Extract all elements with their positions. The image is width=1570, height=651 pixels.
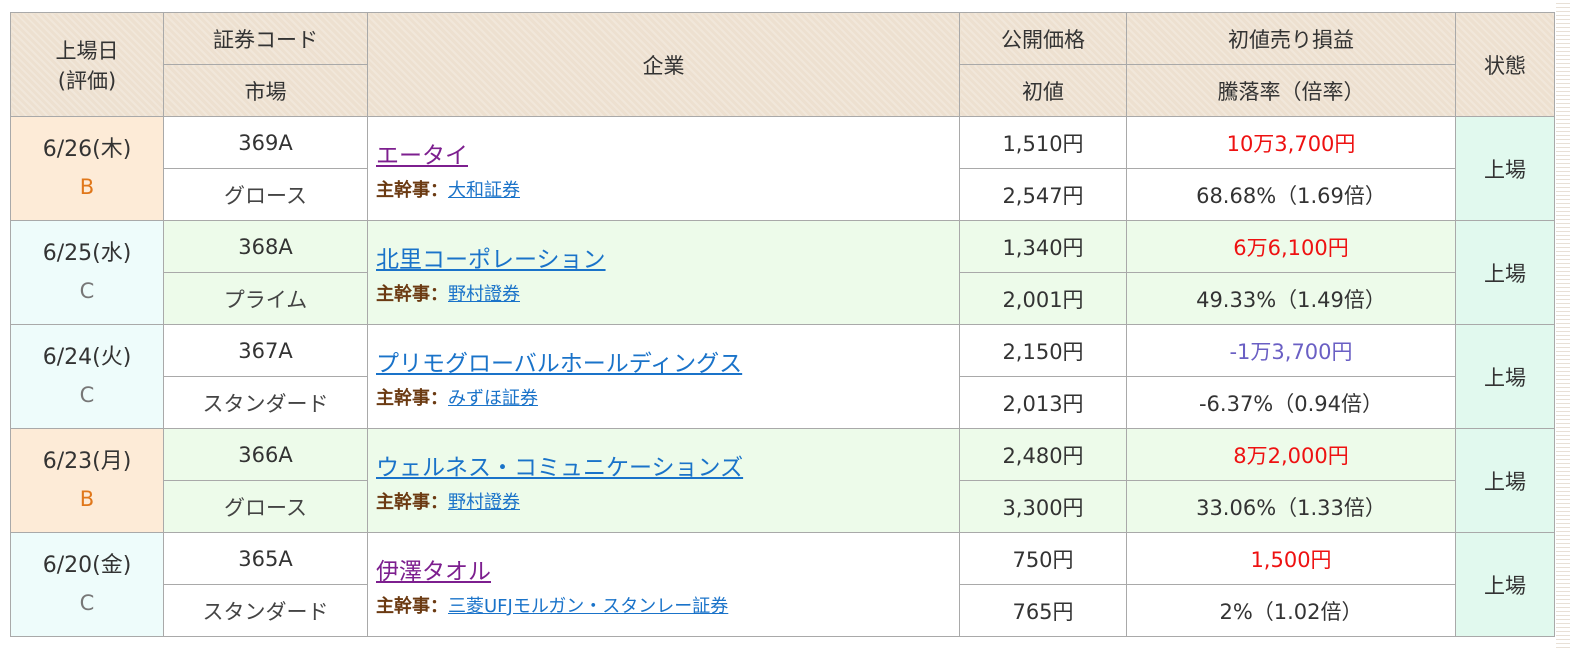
- initial-price: 2,013円: [959, 376, 1127, 429]
- initial-profit: 6万6,100円: [1126, 220, 1456, 273]
- initial-profit: -1万3,700円: [1126, 324, 1456, 377]
- market-segment: プライム: [163, 272, 368, 325]
- listing-date: 6/24(火): [42, 344, 132, 370]
- header-company[interactable]: 企業: [367, 12, 960, 117]
- company-link[interactable]: 伊澤タオル: [376, 552, 491, 586]
- status-cell: 上場: [1455, 220, 1555, 325]
- page-edge-divider: [1556, 0, 1570, 651]
- initial-price: 2,001円: [959, 272, 1127, 325]
- company-cell: 北里コーポレーション 主幹事：野村證券: [367, 220, 960, 325]
- company-link[interactable]: エータイ: [376, 136, 468, 170]
- rating-badge: B: [79, 175, 95, 200]
- offer-price: 2,150円: [959, 324, 1127, 377]
- underwriter-link[interactable]: 三菱UFJモルガン・スタンレー証券: [448, 596, 728, 617]
- listing-date-cell: 6/25(水) C: [10, 220, 164, 325]
- table-row: 6/26(木) B 369A エータイ 主幹事：大和証券 1,510円 10万3…: [10, 116, 1555, 221]
- underwriter-link[interactable]: 野村證券: [448, 492, 520, 513]
- stock-code: 368A: [163, 220, 368, 273]
- company-cell: 伊澤タオル 主幹事：三菱UFJモルガン・スタンレー証券: [367, 532, 960, 637]
- status-cell: 上場: [1455, 116, 1555, 221]
- stock-code: 367A: [163, 324, 368, 377]
- initial-price: 3,300円: [959, 480, 1127, 533]
- initial-profit: 8万2,000円: [1126, 428, 1456, 481]
- stock-code: 366A: [163, 428, 368, 481]
- header-initial-price[interactable]: 初値: [959, 64, 1127, 117]
- header-listing-date-label: 上場日: [55, 38, 119, 63]
- listing-date-cell: 6/20(金) C: [10, 532, 164, 637]
- market-segment: スタンダード: [163, 584, 368, 637]
- status-cell: 上場: [1455, 428, 1555, 533]
- offer-price: 1,510円: [959, 116, 1127, 169]
- table-body: 6/26(木) B 369A エータイ 主幹事：大和証券 1,510円 10万3…: [10, 116, 1555, 637]
- underwriter-label: 主幹事：: [376, 595, 448, 617]
- listing-date: 6/25(水): [42, 240, 132, 266]
- header-code[interactable]: 証券コード: [163, 12, 368, 65]
- company-link[interactable]: ウェルネス・コミュニケーションズ: [376, 448, 743, 482]
- listing-date-cell: 6/24(火) C: [10, 324, 164, 429]
- market-segment: グロース: [163, 480, 368, 533]
- change-rate: 33.06%（1.33倍）: [1126, 480, 1456, 533]
- listing-date: 6/23(月): [42, 448, 132, 474]
- change-rate: -6.37%（0.94倍）: [1126, 376, 1456, 429]
- table-header: 上場日 (評価) 証券コード 企業 公開価格 初値売り損益 状態 市場 初値 騰…: [10, 12, 1555, 117]
- header-offer-price[interactable]: 公開価格: [959, 12, 1127, 65]
- underwriter-line: 主幹事：みずほ証券: [376, 384, 959, 410]
- table-row: 6/24(火) C 367A プリモグローバルホールディングス 主幹事：みずほ証…: [10, 324, 1555, 429]
- header-rating-label: (評価): [57, 68, 117, 93]
- header-initial-pl[interactable]: 初値売り損益: [1126, 12, 1456, 65]
- market-segment: スタンダード: [163, 376, 368, 429]
- initial-price: 2,547円: [959, 168, 1127, 221]
- underwriter-link[interactable]: 野村證券: [448, 284, 520, 305]
- underwriter-line: 主幹事：野村證券: [376, 280, 959, 306]
- listing-date-cell: 6/26(木) B: [10, 116, 164, 221]
- stock-code: 369A: [163, 116, 368, 169]
- ipo-results-page: 上場日 (評価) 証券コード 企業 公開価格 初値売り損益 状態 市場 初値 騰…: [0, 0, 1570, 651]
- stock-code: 365A: [163, 532, 368, 585]
- company-link[interactable]: プリモグローバルホールディングス: [376, 344, 742, 378]
- company-cell: ウェルネス・コミュニケーションズ 主幹事：野村證券: [367, 428, 960, 533]
- company-cell: エータイ 主幹事：大和証券: [367, 116, 960, 221]
- header-change-rate[interactable]: 騰落率（倍率）: [1126, 64, 1456, 117]
- company-link[interactable]: 北里コーポレーション: [376, 240, 606, 274]
- header-listing-date[interactable]: 上場日 (評価): [10, 12, 164, 117]
- table-row: 6/20(金) C 365A 伊澤タオル 主幹事：三菱UFJモルガン・スタンレー…: [10, 532, 1555, 637]
- rating-badge: C: [79, 279, 95, 304]
- rating-badge: C: [79, 591, 95, 616]
- offer-price: 750円: [959, 532, 1127, 585]
- underwriter-link[interactable]: 大和証券: [448, 180, 520, 201]
- listing-date: 6/20(金): [42, 552, 132, 578]
- initial-price: 765円: [959, 584, 1127, 637]
- header-market[interactable]: 市場: [163, 64, 368, 117]
- rating-badge: B: [79, 487, 95, 512]
- underwriter-line: 主幹事：三菱UFJモルガン・スタンレー証券: [376, 592, 959, 618]
- underwriter-label: 主幹事：: [376, 283, 448, 305]
- market-segment: グロース: [163, 168, 368, 221]
- offer-price: 2,480円: [959, 428, 1127, 481]
- initial-profit: 1,500円: [1126, 532, 1456, 585]
- rating-badge: C: [79, 383, 95, 408]
- change-rate: 49.33%（1.49倍）: [1126, 272, 1456, 325]
- status-cell: 上場: [1455, 532, 1555, 637]
- listing-date: 6/26(木): [42, 136, 132, 162]
- listing-date-cell: 6/23(月) B: [10, 428, 164, 533]
- header-status[interactable]: 状態: [1455, 12, 1555, 117]
- underwriter-link[interactable]: みずほ証券: [448, 388, 538, 409]
- change-rate: 2%（1.02倍）: [1126, 584, 1456, 637]
- status-cell: 上場: [1455, 324, 1555, 429]
- underwriter-label: 主幹事：: [376, 387, 448, 409]
- company-cell: プリモグローバルホールディングス 主幹事：みずほ証券: [367, 324, 960, 429]
- underwriter-label: 主幹事：: [376, 179, 448, 201]
- table-row: 6/23(月) B 366A ウェルネス・コミュニケーションズ 主幹事：野村證券…: [10, 428, 1555, 533]
- ipo-results-table: 上場日 (評価) 証券コード 企業 公開価格 初値売り損益 状態 市場 初値 騰…: [10, 12, 1555, 637]
- underwriter-line: 主幹事：野村證券: [376, 488, 959, 514]
- offer-price: 1,340円: [959, 220, 1127, 273]
- underwriter-line: 主幹事：大和証券: [376, 176, 959, 202]
- change-rate: 68.68%（1.69倍）: [1126, 168, 1456, 221]
- initial-profit: 10万3,700円: [1126, 116, 1456, 169]
- underwriter-label: 主幹事：: [376, 491, 448, 513]
- table-row: 6/25(水) C 368A 北里コーポレーション 主幹事：野村證券 1,340…: [10, 220, 1555, 325]
